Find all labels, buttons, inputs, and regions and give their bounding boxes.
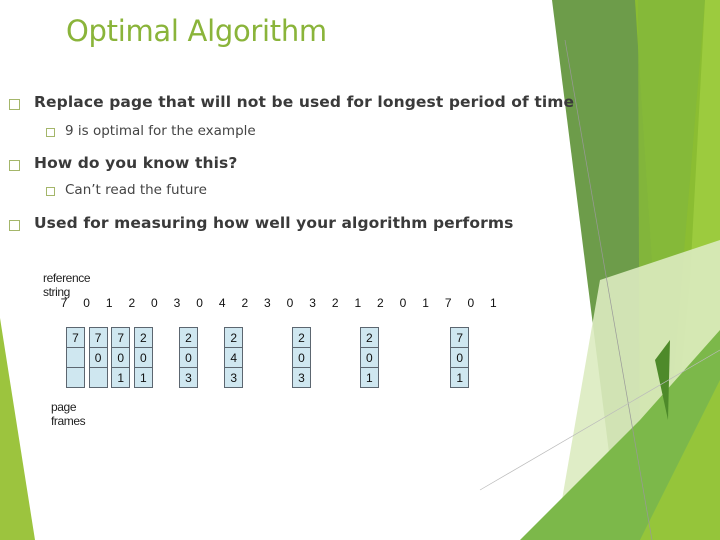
frame-cell: 0 (180, 348, 197, 368)
reference-value: 2 (128, 296, 136, 310)
bullet-text: 9 is optimal for the example (65, 123, 256, 139)
frame-cell: 2 (360, 328, 378, 348)
reference-value: 1 (105, 296, 113, 310)
frame-cell: 0 (451, 348, 469, 368)
frame-cell: 3 (185, 371, 192, 385)
hollow-square-icon (9, 220, 20, 231)
frame-cell: 3 (230, 371, 238, 385)
reference-value: 0 (83, 296, 90, 310)
frame-cell: 4 (225, 348, 243, 368)
bullet-item: Replace page that will not be used for l… (9, 93, 575, 111)
frame-cell: 1 (456, 371, 464, 385)
reference-value: 2 (331, 296, 339, 310)
reference-value: 7 (444, 296, 452, 310)
frame-cell: 1 (139, 371, 147, 385)
reference-value: 0 (151, 296, 158, 310)
hollow-square-icon (9, 99, 20, 110)
frame-cell: 2 (225, 328, 243, 348)
hollow-square-icon (46, 187, 55, 196)
frame-cell: 0 (293, 348, 310, 368)
reference-value: 1 (354, 296, 362, 310)
bullet-text: Can’t read the future (65, 182, 207, 198)
reference-value: 0 (286, 296, 294, 310)
frame-cell: 7 (451, 328, 469, 348)
frame-cell: 2 (293, 328, 310, 348)
frame-cell (67, 348, 84, 368)
bullet-text: Used for measuring how well your algorit… (34, 214, 514, 232)
frame-cell: 0 (112, 348, 130, 368)
slide-title: Optimal Algorithm (66, 14, 327, 48)
left-accent-shape (0, 318, 35, 540)
frame-column: 20 1 (133, 327, 153, 388)
frame-column: 7 (66, 327, 85, 388)
frame-cell: 0 (134, 348, 152, 368)
bullet-item: Used for measuring how well your algorit… (9, 214, 514, 232)
reference-value: 3 (309, 296, 316, 310)
frame-column: 70 1 (450, 327, 470, 388)
frame-cell: 7 (89, 328, 107, 348)
frame-column: 20 1 (359, 327, 379, 388)
sub-bullet-item: Can’t read the future (46, 182, 207, 198)
reference-value: 3 (264, 296, 271, 310)
frame-column: 70 (88, 327, 108, 388)
page-frames-label: page frames (51, 400, 86, 428)
decorative-background (0, 0, 720, 540)
reference-value: 0 (196, 296, 203, 310)
frame-column: 24 3 (224, 327, 244, 388)
frame-cell: 2 (180, 328, 197, 348)
frame-cell (67, 368, 84, 387)
frame-column: 70 1 (111, 327, 131, 388)
frame-cell: 3 (298, 371, 305, 385)
reference-value: 2 (241, 296, 249, 310)
frame-cell: 1 (365, 371, 373, 385)
reference-value: 4 (218, 296, 226, 310)
frame-cell: 1 (117, 371, 125, 385)
bullet-item: How do you know this? (9, 154, 238, 172)
reference-string-label: reference string (43, 271, 91, 299)
frame-cell: 7 (112, 328, 130, 348)
frame-cell: 7 (67, 328, 84, 348)
frame-cell: 0 (360, 348, 378, 368)
frame-column: 20 3 (292, 327, 311, 388)
reference-value: 0 (399, 296, 407, 310)
frame-cell: 0 (89, 348, 107, 368)
bullet-text: How do you know this? (34, 154, 238, 172)
hollow-square-icon (9, 160, 20, 171)
hollow-square-icon (46, 128, 55, 137)
reference-value: 2 (377, 296, 384, 310)
reference-value: 1 (490, 296, 497, 310)
sub-bullet-item: 9 is optimal for the example (46, 123, 256, 139)
frame-cell: 2 (134, 328, 152, 348)
reference-value: 0 (467, 296, 475, 310)
bullet-text: Replace page that will not be used for l… (34, 93, 575, 111)
reference-value: 3 (173, 296, 181, 310)
reference-value: 7 (60, 296, 68, 310)
frame-column: 20 3 (179, 327, 198, 388)
frame-cell (90, 368, 107, 387)
reference-value: 1 (422, 296, 429, 310)
